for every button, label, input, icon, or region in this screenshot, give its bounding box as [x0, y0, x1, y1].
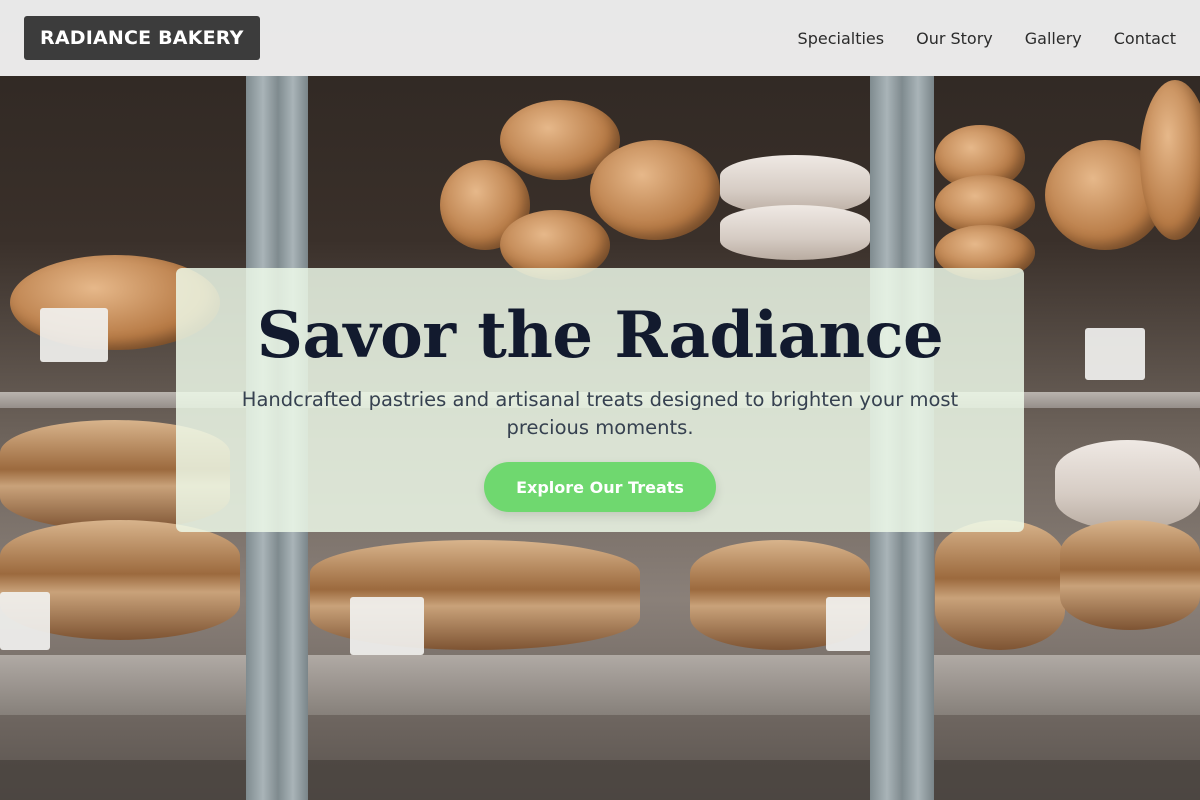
nav-link-our-story[interactable]: Our Story [916, 29, 993, 48]
main-nav: Specialties Our Story Gallery Contact [798, 29, 1176, 48]
nav-link-contact[interactable]: Contact [1114, 29, 1176, 48]
hero-card: Savor the Radiance Handcrafted pastries … [176, 268, 1024, 532]
explore-treats-button[interactable]: Explore Our Treats [484, 462, 716, 512]
nav-link-gallery[interactable]: Gallery [1025, 29, 1082, 48]
brand-logo[interactable]: RADIANCE BAKERY [24, 16, 260, 60]
hero-subtitle: Handcrafted pastries and artisanal treat… [241, 388, 959, 439]
nav-link-specialties[interactable]: Specialties [798, 29, 885, 48]
hero-title: Savor the Radiance [256, 298, 944, 373]
site-header: RADIANCE BAKERY Specialties Our Story Ga… [0, 0, 1200, 76]
